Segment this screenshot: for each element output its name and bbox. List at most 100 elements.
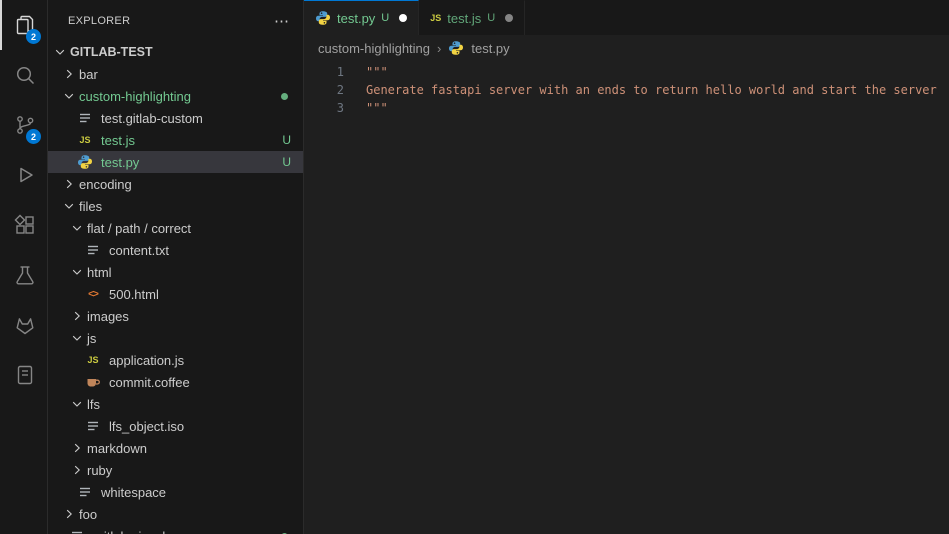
explorer-header: EXPLORER ⋯ bbox=[48, 0, 303, 41]
code-text: Generate fastapi server with an ends to … bbox=[344, 81, 937, 99]
item-label: html bbox=[87, 265, 112, 280]
js-icon: JS bbox=[85, 352, 101, 368]
code-line[interactable]: 3""" bbox=[304, 99, 949, 117]
item-label: whitespace bbox=[101, 485, 166, 500]
testing-icon bbox=[13, 263, 37, 287]
file-icon bbox=[69, 528, 85, 534]
tree-file-whitespace[interactable]: whitespace bbox=[48, 481, 303, 503]
tree-folder-flat-path-correct[interactable]: flat / path / correct bbox=[48, 217, 303, 239]
activity-search-button[interactable] bbox=[0, 50, 47, 100]
activity-bar: 22 bbox=[0, 0, 48, 534]
tab-label: test.py bbox=[337, 11, 375, 26]
breadcrumb: custom-highlighting › test.py bbox=[304, 35, 949, 61]
item-label: ruby bbox=[87, 463, 112, 478]
chevron-right-icon bbox=[61, 66, 77, 82]
tree-file-test-py[interactable]: test.pyU bbox=[48, 151, 303, 173]
item-label: flat / path / correct bbox=[87, 221, 191, 236]
file-icon bbox=[85, 242, 101, 258]
breadcrumb-folder[interactable]: custom-highlighting bbox=[318, 41, 430, 56]
item-label: 500.html bbox=[109, 287, 159, 302]
chevron-down-icon bbox=[69, 220, 85, 236]
tree-folder-bar[interactable]: bar bbox=[48, 63, 303, 85]
python-icon bbox=[77, 154, 93, 170]
item-label: .gitlab-ci.yml bbox=[93, 529, 165, 534]
tree-file-test-gitlab-custom[interactable]: test.gitlab-custom bbox=[48, 107, 303, 129]
tree-folder-lfs[interactable]: lfs bbox=[48, 393, 303, 415]
breadcrumb-file[interactable]: test.py bbox=[471, 41, 509, 56]
explorer-title: EXPLORER bbox=[68, 15, 130, 27]
tree-folder-foo[interactable]: foo bbox=[48, 503, 303, 525]
tree-file-content-txt[interactable]: content.txt bbox=[48, 239, 303, 261]
vscode-window: 22 EXPLORER ⋯ GITLAB-TEST barcustom-high… bbox=[0, 0, 949, 534]
activity-gitlab-button[interactable] bbox=[0, 300, 47, 350]
code-line[interactable]: 1""" bbox=[304, 63, 949, 81]
tree-folder-images[interactable]: images bbox=[48, 305, 303, 327]
line-number: 2 bbox=[304, 81, 344, 99]
tree-folder-ruby[interactable]: ruby bbox=[48, 459, 303, 481]
code-text: """ bbox=[344, 99, 388, 117]
item-label: markdown bbox=[87, 441, 147, 456]
gitlab-icon bbox=[13, 313, 37, 337]
chevron-down-icon bbox=[52, 44, 68, 60]
git-status-badge: U bbox=[282, 133, 291, 147]
more-actions-button[interactable]: ⋯ bbox=[274, 12, 289, 30]
item-label: custom-highlighting bbox=[79, 89, 191, 104]
tree-file-application-js[interactable]: JS application.js bbox=[48, 349, 303, 371]
tree-file-test-js[interactable]: JS test.js U bbox=[48, 129, 303, 151]
item-label: images bbox=[87, 309, 129, 324]
git-status-badge: U bbox=[487, 12, 495, 24]
tree-file-lfs-object-iso[interactable]: lfs_object.iso bbox=[48, 415, 303, 437]
item-label: test.py bbox=[101, 155, 139, 170]
tree-folder-custom-highlighting[interactable]: custom-highlighting bbox=[48, 85, 303, 107]
git-status-badge: U bbox=[381, 12, 389, 24]
chevron-right-icon bbox=[61, 176, 77, 192]
activity-extensions-button[interactable] bbox=[0, 200, 47, 250]
tree-file-gitlab-ci-yml[interactable]: .gitlab-ci.yml bbox=[48, 525, 303, 534]
js-icon: JS bbox=[77, 132, 93, 148]
sidebar: EXPLORER ⋯ GITLAB-TEST bar custom-highlig… bbox=[48, 0, 304, 534]
python-icon bbox=[448, 40, 464, 56]
count-badge: 2 bbox=[26, 29, 41, 44]
activity-run-debug-button[interactable] bbox=[0, 150, 47, 200]
tab-test-js[interactable]: JStest.jsU bbox=[419, 0, 525, 35]
item-label: bar bbox=[79, 67, 98, 82]
chevron-down-icon bbox=[69, 264, 85, 280]
item-label: commit.coffee bbox=[109, 375, 190, 390]
activity-explorer-button[interactable]: 2 bbox=[0, 0, 47, 50]
tree-folder-html[interactable]: html bbox=[48, 261, 303, 283]
file-icon bbox=[77, 110, 93, 126]
item-label: content.txt bbox=[109, 243, 169, 258]
js-icon: JS bbox=[430, 13, 441, 23]
modified-dot-icon[interactable] bbox=[505, 14, 513, 22]
code-line[interactable]: 2Generate fastapi server with an ends to… bbox=[304, 81, 949, 99]
tab-test-py[interactable]: test.py U bbox=[304, 0, 419, 35]
tree-folder-encoding[interactable]: encoding bbox=[48, 173, 303, 195]
chevron-down-icon bbox=[69, 330, 85, 346]
item-label: files bbox=[79, 199, 102, 214]
item-label: encoding bbox=[79, 177, 132, 192]
tree-folder-files[interactable]: files bbox=[48, 195, 303, 217]
line-number: 3 bbox=[304, 99, 344, 117]
activity-document-button[interactable] bbox=[0, 350, 47, 400]
editor-area: test.pyUJStest.jsU custom-highlighting ›… bbox=[304, 0, 949, 534]
tree-folder-js[interactable]: js bbox=[48, 327, 303, 349]
modified-dot-icon[interactable] bbox=[399, 14, 407, 22]
modified-dot bbox=[281, 93, 288, 100]
tree-file-commit-coffee[interactable]: commit.coffee bbox=[48, 371, 303, 393]
count-badge: 2 bbox=[26, 129, 41, 144]
code-text: """ bbox=[344, 63, 388, 81]
tab-bar: test.pyUJStest.jsU bbox=[304, 0, 949, 35]
chevron-right-icon bbox=[61, 506, 77, 522]
tree-file-500-html[interactable]: <>500.html bbox=[48, 283, 303, 305]
item-label: test.js bbox=[101, 133, 135, 148]
item-label: application.js bbox=[109, 353, 184, 368]
item-label: lfs bbox=[87, 397, 100, 412]
search-icon bbox=[13, 63, 37, 87]
document-icon bbox=[13, 363, 37, 387]
tree-folder-markdown[interactable]: markdown bbox=[48, 437, 303, 459]
activity-source-control-button[interactable]: 2 bbox=[0, 100, 47, 150]
editor-lines[interactable]: 1"""2Generate fastapi server with an end… bbox=[304, 61, 949, 534]
root-folder-row[interactable]: GITLAB-TEST bbox=[48, 41, 303, 63]
activity-testing-button[interactable] bbox=[0, 250, 47, 300]
file-icon bbox=[85, 418, 101, 434]
